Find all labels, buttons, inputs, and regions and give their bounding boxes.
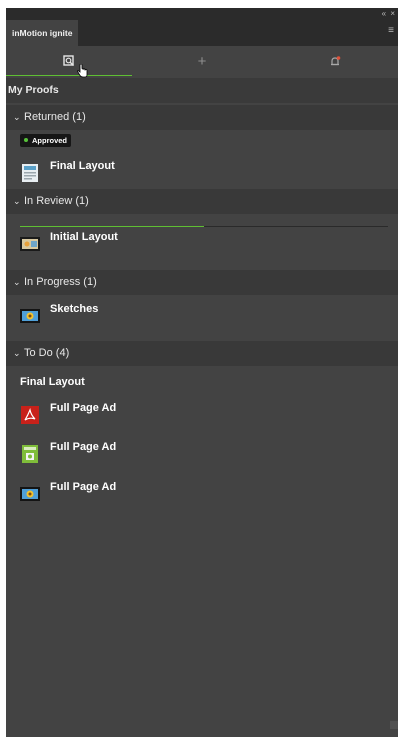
proof-search-icon	[63, 55, 74, 66]
approved-status-dot	[24, 138, 28, 143]
inmotion-ignite-panel: « × inMotion ignite ≡ + My Proofs ⌄ Retu…	[6, 8, 398, 737]
panel-tab-inmotion-ignite[interactable]: inMotion ignite	[6, 20, 78, 46]
proof-item-label: Full Page Ad	[50, 402, 117, 414]
section-header-in-review[interactable]: ⌄ In Review (1)	[6, 189, 398, 214]
proof-item-label: Sketches	[50, 303, 99, 315]
panel-title-strip: « ×	[6, 8, 398, 20]
chevron-down-icon: ⌄	[13, 112, 21, 122]
section-label: Returned (1)	[24, 111, 86, 123]
notification-icon	[330, 55, 340, 65]
my-proofs-tool-button[interactable]	[6, 46, 132, 76]
proof-item-label: Initial Layout	[50, 231, 118, 243]
section-label: To Do (4)	[24, 347, 70, 359]
flower-thumbnail-icon	[20, 309, 40, 323]
image-thumbnail-icon	[20, 237, 40, 251]
proof-item-label: Final Layout	[50, 160, 115, 172]
pdf-icon	[21, 406, 39, 424]
panel-window-controls[interactable]: « ×	[382, 8, 396, 20]
section-label: In Review (1)	[24, 195, 89, 207]
approved-status-badge: Approved	[20, 134, 72, 147]
active-tool-underline	[6, 75, 132, 76]
proof-item-label: Full Page Ad	[50, 441, 117, 453]
my-proofs-heading: My Proofs	[6, 78, 398, 103]
section-label: In Progress (1)	[24, 276, 97, 288]
review-progress-fill	[20, 226, 204, 227]
section-header-returned[interactable]: ⌄ Returned (1)	[6, 105, 398, 130]
flower-thumbnail-icon	[20, 487, 40, 501]
panel-resize-grip[interactable]	[390, 721, 398, 729]
layout-thumbnail-icon	[22, 164, 38, 182]
panel-tab-row: inMotion ignite ≡	[6, 20, 398, 46]
badge-label: Approved	[32, 136, 68, 145]
proof-item-label: Full Page Ad	[50, 481, 117, 493]
add-proof-button[interactable]: +	[139, 46, 265, 76]
ad-thumbnail-icon	[22, 445, 38, 463]
panel-menu-icon[interactable]: ≡	[386, 26, 396, 36]
proof-group-title: Final Layout	[20, 376, 85, 388]
chevron-down-icon: ⌄	[13, 277, 21, 287]
notifications-button[interactable]	[272, 46, 398, 76]
plus-icon: +	[197, 52, 207, 70]
chevron-down-icon: ⌄	[13, 196, 21, 206]
chevron-down-icon: ⌄	[13, 348, 21, 358]
toolbar: +	[6, 46, 398, 76]
section-header-to-do[interactable]: ⌄ To Do (4)	[6, 341, 398, 366]
review-progress-bar	[20, 226, 388, 227]
section-header-in-progress[interactable]: ⌄ In Progress (1)	[6, 270, 398, 295]
